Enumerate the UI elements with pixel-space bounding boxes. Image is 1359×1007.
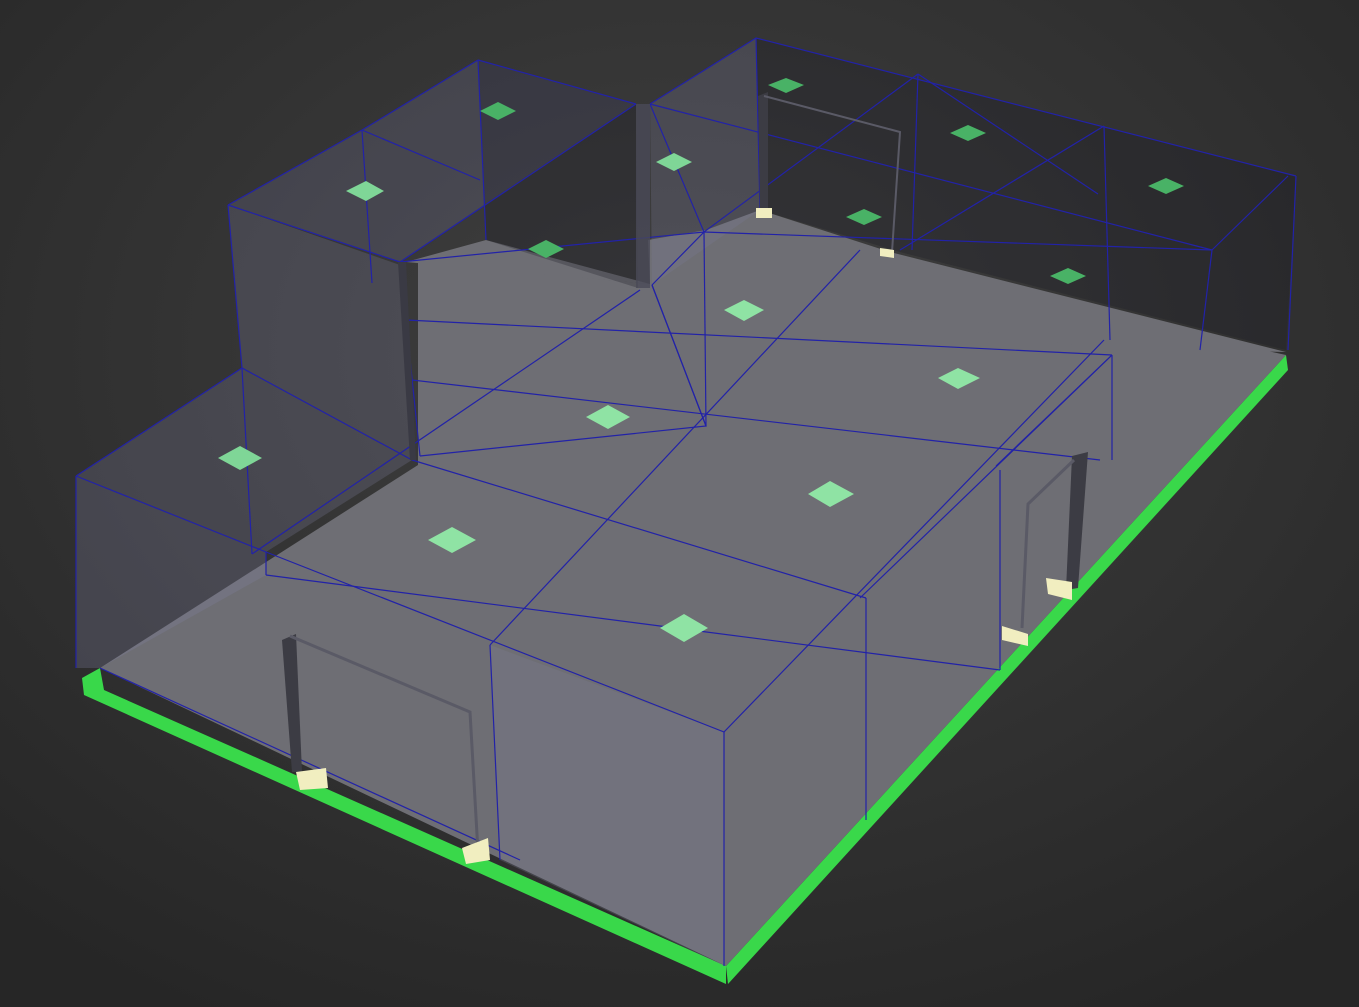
3d-viewport[interactable] [0, 0, 1359, 1007]
viewport-canvas[interactable] [0, 0, 1359, 1007]
partition-center [636, 104, 650, 288]
door-back-hinge-a [756, 208, 772, 218]
